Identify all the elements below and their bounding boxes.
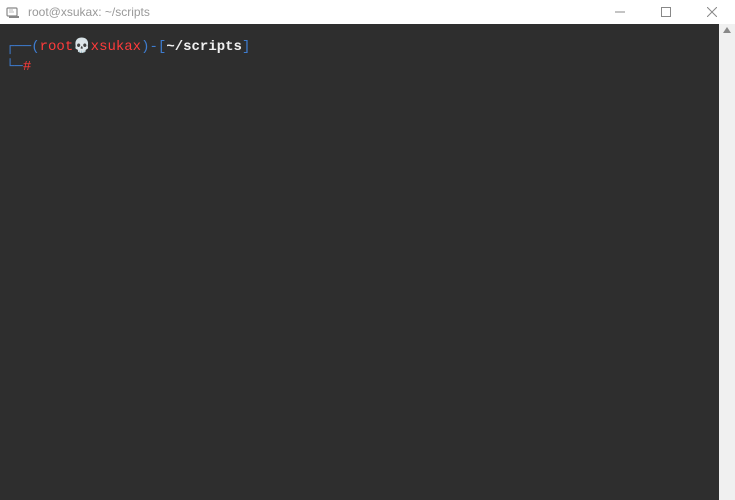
prompt-dash: -	[150, 39, 158, 55]
prompt-box-top: ┌──	[6, 39, 31, 55]
prompt-user: root	[40, 39, 74, 55]
scroll-up-icon[interactable]	[719, 26, 735, 34]
prompt-path: ~/scripts	[166, 39, 242, 55]
prompt-rparen: )	[141, 39, 149, 55]
prompt-box-bot: └─	[6, 59, 23, 75]
prompt-lparen: (	[31, 39, 39, 55]
window-title: root@xsukax: ~/scripts	[28, 5, 597, 19]
scrollbar[interactable]	[719, 24, 735, 500]
maximize-button[interactable]	[643, 0, 689, 24]
skull-icon: 💀	[73, 39, 90, 55]
putty-icon	[4, 3, 22, 21]
terminal[interactable]: ┌──(root💀xsukax)-[~/scripts] └─#	[0, 24, 719, 500]
minimize-button[interactable]	[597, 0, 643, 24]
close-button[interactable]	[689, 0, 735, 24]
prompt-host: xsukax	[91, 39, 141, 55]
window-controls	[597, 0, 735, 24]
titlebar[interactable]: root@xsukax: ~/scripts	[0, 0, 735, 24]
prompt-rbrack: ]	[242, 39, 250, 55]
putty-window: root@xsukax: ~/scripts ┌──(root💀xsukax)-…	[0, 0, 735, 500]
client-area: ┌──(root💀xsukax)-[~/scripts] └─#	[0, 24, 735, 500]
prompt-hash: #	[23, 59, 31, 75]
